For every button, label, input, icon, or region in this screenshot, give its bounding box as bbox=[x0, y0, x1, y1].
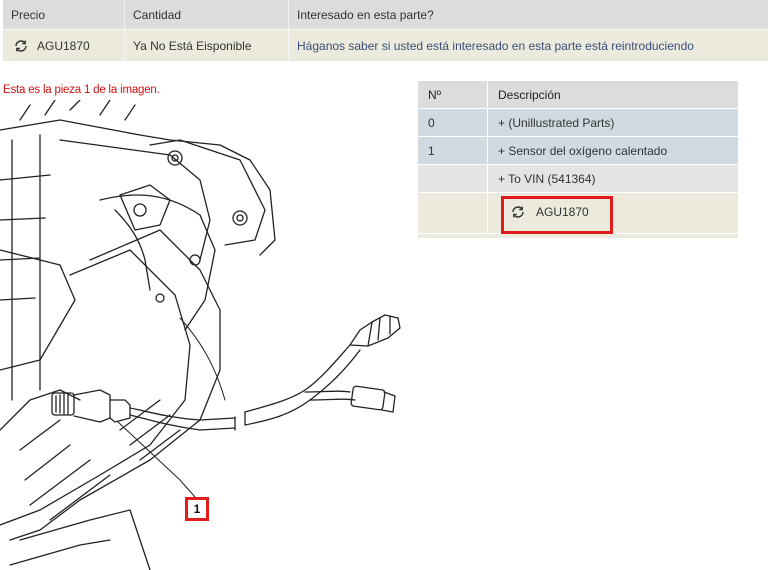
table-row-spacer bbox=[418, 234, 738, 239]
table-row[interactable]: 0 + (Unillustrated Parts) bbox=[418, 109, 738, 137]
parts-table-header: Nº Descripción bbox=[418, 81, 738, 109]
row-num-empty bbox=[418, 193, 488, 233]
header-num: Nº bbox=[418, 81, 488, 108]
row-num: 0 bbox=[418, 109, 488, 136]
row-desc-link[interactable]: + Sensor del oxígeno calentado bbox=[488, 137, 738, 164]
header-interesado: Interesado en esta parte? bbox=[297, 7, 434, 22]
parts-table: Nº Descripción 0 + (Unillustrated Parts)… bbox=[418, 81, 738, 239]
header-cantidad: Cantidad bbox=[125, 0, 289, 29]
header-precio: Precio bbox=[3, 0, 125, 29]
row-desc-link[interactable]: + To VIN (541364) bbox=[488, 165, 738, 192]
table-row[interactable]: + To VIN (541364) bbox=[418, 165, 738, 193]
interest-link[interactable]: Háganos saber si usted está interesado e… bbox=[289, 30, 768, 61]
selected-part[interactable]: AGU1870 bbox=[510, 204, 589, 220]
selected-part-number[interactable]: AGU1870 bbox=[536, 205, 589, 219]
callout-1[interactable]: 1 bbox=[185, 497, 209, 521]
header-desc: Descripción bbox=[498, 87, 561, 102]
refresh-icon[interactable] bbox=[510, 204, 526, 220]
parts-diagram bbox=[0, 100, 401, 570]
availability-table: Precio Cantidad Interesado en esta parte… bbox=[3, 0, 768, 61]
row-num bbox=[418, 165, 488, 192]
row-num: 1 bbox=[418, 137, 488, 164]
availability-table-header: Precio Cantidad Interesado en esta parte… bbox=[3, 0, 768, 29]
price-cell[interactable]: AGU1870 bbox=[3, 30, 125, 61]
refresh-icon[interactable] bbox=[13, 38, 29, 54]
table-row[interactable]: 1 + Sensor del oxígeno calentado bbox=[418, 137, 738, 165]
availability-row: AGU1870 Ya No Está Eisponible Háganos sa… bbox=[3, 29, 768, 61]
row-desc-link[interactable]: + (Unillustrated Parts) bbox=[488, 109, 738, 136]
part-note: Esta es la pieza 1 de la imagen. bbox=[3, 84, 160, 96]
part-number-link[interactable]: AGU1870 bbox=[37, 39, 90, 53]
quantity-cell: Ya No Está Eisponible bbox=[125, 30, 289, 61]
